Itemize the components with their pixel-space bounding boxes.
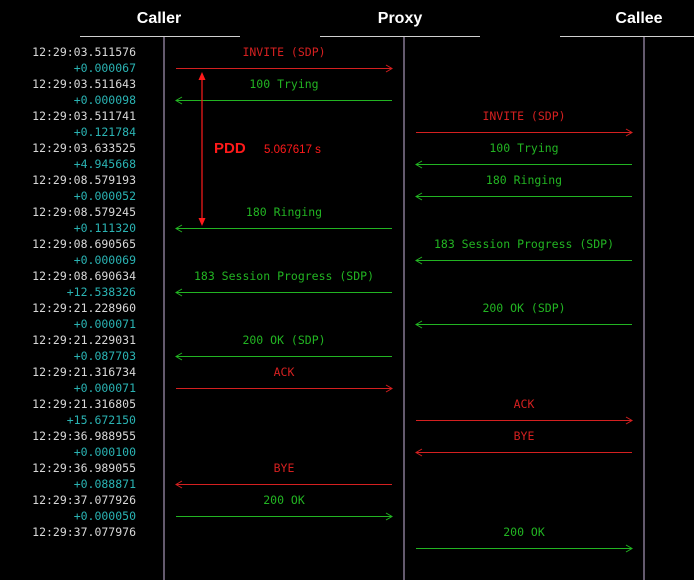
sip-ladder-diagram: Caller Proxy Callee 12:29:03.511576 +0.0000… [0,0,694,580]
participant-header-caller: Caller [137,10,181,27]
message-label: 200 OK [263,493,305,507]
timestamp: 12:29:21.229031 [32,333,136,347]
message-label: 200 OK (SDP) [482,301,565,315]
time-delta: +12.538326 [67,285,136,299]
time-delta: +0.088871 [74,477,136,491]
time-delta: +0.121784 [74,125,136,139]
timestamp: 12:29:08.579193 [32,173,136,187]
time-delta: +0.000067 [74,61,136,75]
message-label: 180 Ringing [246,205,322,219]
time-delta: +0.000100 [74,445,136,459]
time-delta: +0.000071 [74,381,136,395]
message-label: 200 OK (SDP) [242,333,325,347]
message-label: 100 Trying [249,77,318,91]
message-label: ACK [514,397,535,411]
timestamp: 12:29:37.077926 [32,493,136,507]
timestamp: 12:29:03.633525 [32,141,136,155]
timestamp: 12:29:08.690634 [32,269,136,283]
message-label: 183 Session Progress (SDP) [434,237,614,251]
time-delta: +0.111320 [74,221,136,235]
timestamp: 12:29:03.511576 [32,45,136,59]
pdd-value: 5.067617 s [264,144,321,156]
message-label: ACK [274,365,295,379]
message-label: 183 Session Progress (SDP) [194,269,374,283]
timestamp: 12:29:21.228960 [32,301,136,315]
time-delta: +0.000052 [74,189,136,203]
time-delta: +0.000098 [74,93,136,107]
time-delta: +0.087703 [74,349,136,363]
pdd-label: PDD [214,140,246,157]
message-label: 100 Trying [489,141,558,155]
participant-header-callee: Callee [615,10,662,27]
message-label: 180 Ringing [486,173,562,187]
participant-header-proxy: Proxy [378,10,423,27]
time-delta: +4.945668 [74,157,136,171]
timestamp: 12:29:36.988955 [32,429,136,443]
message-label: INVITE (SDP) [242,45,325,59]
timestamp: 12:29:03.511643 [32,77,136,91]
time-delta: +15.672150 [67,413,136,427]
timestamp: 12:29:03.511741 [32,109,136,123]
timestamp: 12:29:36.989055 [32,461,136,475]
time-delta: +0.000071 [74,317,136,331]
message-label: 200 OK [503,525,545,539]
message-label: BYE [514,429,535,443]
timestamp: 12:29:08.690565 [32,237,136,251]
timestamp: 12:29:37.077976 [32,525,136,539]
timestamp: 12:29:08.579245 [32,205,136,219]
timestamp: 12:29:21.316734 [32,365,136,379]
time-delta: +0.000050 [74,509,136,523]
timestamp: 12:29:21.316805 [32,397,136,411]
message-label: INVITE (SDP) [482,109,565,123]
time-delta: +0.000069 [74,253,136,267]
message-label: BYE [274,461,295,475]
